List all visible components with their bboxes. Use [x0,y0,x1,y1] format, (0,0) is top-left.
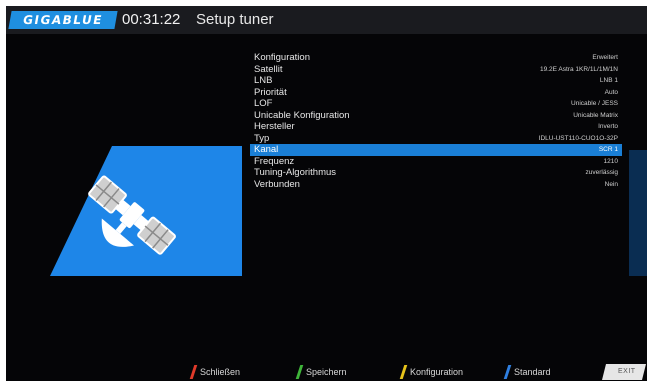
setting-label: Hersteller [254,121,295,132]
yellow-key-icon [399,365,408,379]
side-panel-edge [629,150,647,276]
setting-value: Erweitert [592,54,618,61]
setting-label: Frequenz [254,155,295,167]
setting-row-satellit[interactable]: Satellit 19.2E Astra 1KR/1L/1M/1N [250,64,622,76]
green-key-icon [295,365,304,379]
setting-row-hersteller[interactable]: Hersteller Inverto [250,121,622,133]
green-button-label: Speichern [306,367,347,377]
setting-row-prioritaet[interactable]: Priorität Auto [250,87,622,99]
setting-row-lnb[interactable]: LNB LNB 1 [250,75,622,87]
setting-label: LNB [254,75,273,86]
setting-value: zuverlässig [585,169,618,176]
clock: 00:31:22 [122,11,181,28]
red-key-icon [189,365,198,379]
setting-value: Inverto [598,123,618,130]
setting-value: 1210 [603,157,618,165]
setting-row-typ[interactable]: Typ IDLU-UST110-CUO1O-32P [250,133,622,145]
red-button-label: Schließen [200,367,241,377]
yellow-button-label: Konfiguration [410,367,464,377]
header-bar: GIGABLUE 00:31:22 Setup tuner [6,6,647,34]
blue-button-label: Standard [514,367,551,377]
setting-row-frequenz[interactable]: Frequenz 1210 [250,156,622,168]
tuner-setup-screen: GIGABLUE 00:31:22 Setup tuner Konfigurat… [6,6,647,381]
setting-value: LNB 1 [599,77,618,84]
setting-row-tuning-algorithmus[interactable]: Tuning-Algorithmus zuverlässig [250,167,622,179]
setting-label: LOF [254,98,273,109]
setting-label: Priorität [254,86,287,98]
illustration-panel [50,146,242,276]
setting-row-kanal[interactable]: Kanal SCR 1 [250,144,622,156]
setting-value: SCR 1 [598,146,618,153]
setting-label: Verbunden [254,178,300,190]
setting-row-unicable-konfiguration[interactable]: Unicable Konfiguration Unicable Matrix [250,110,622,122]
setting-label: Tuning-Algorithmus [254,167,337,178]
setting-value: 19.2E Astra 1KR/1L/1M/1N [539,65,618,73]
setting-value: Nein [604,180,618,188]
footer-bar: Schließen Speichern Konfiguration Standa… [6,362,647,381]
setting-label: Unicable Konfiguration [254,109,350,121]
setting-label: Kanal [254,144,279,155]
setting-value: IDLU-UST110-CUO1O-32P [538,134,618,142]
exit-button-label: EXIT [618,368,636,375]
setting-row-lof[interactable]: LOF Unicable / JESS [250,98,622,110]
setting-value: Unicable Matrix [573,111,618,119]
satellite-icon [88,175,176,255]
setting-value: Unicable / JESS [571,100,618,107]
setting-label: Satellit [254,63,283,75]
setting-label: Konfiguration [254,52,310,63]
setting-row-verbunden[interactable]: Verbunden Nein [250,179,622,191]
setting-label: Typ [254,132,270,144]
setting-row-konfiguration[interactable]: Konfiguration Erweitert [250,52,622,64]
page-title: Setup tuner [196,11,274,28]
setting-value: Auto [604,88,618,96]
brand-logo: GIGABLUE [8,11,118,29]
settings-list: Konfiguration Erweitert Satellit 19.2E Ast… [250,52,622,190]
blue-key-icon [503,365,512,379]
